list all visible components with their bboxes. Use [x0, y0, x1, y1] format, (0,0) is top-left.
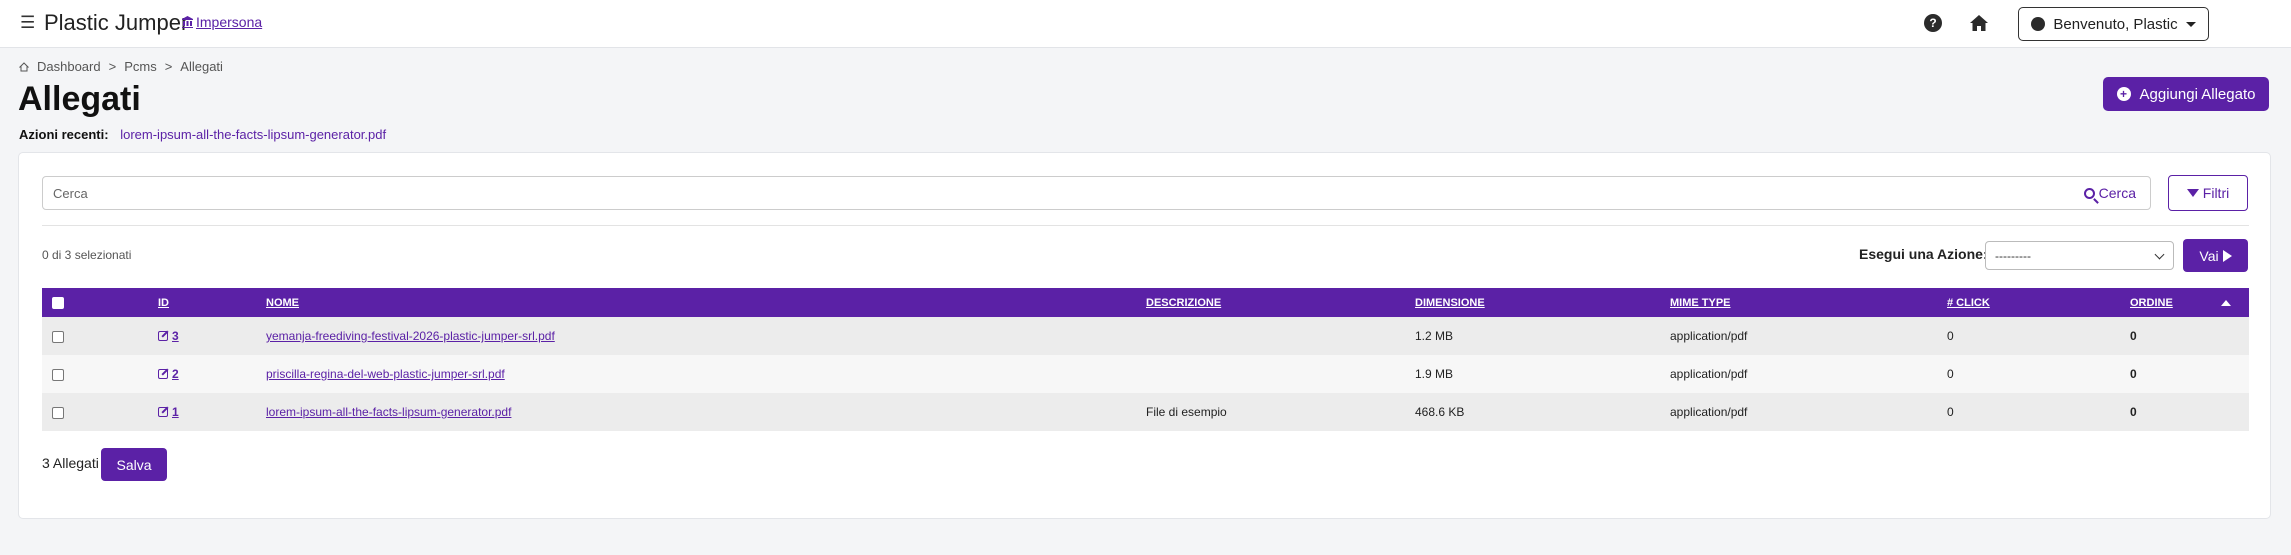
row-description	[1146, 317, 1415, 355]
column-header-descrizione[interactable]: DESCRIZIONE	[1146, 288, 1415, 317]
filter-button[interactable]: Filtri	[2168, 175, 2248, 211]
recent-action-link[interactable]: lorem-ipsum-all-the-facts-lipsum-generat…	[120, 127, 386, 142]
breadcrumb-separator: >	[108, 59, 117, 74]
breadcrumb-separator: >	[164, 59, 173, 74]
row-order: 0	[2130, 329, 2137, 343]
row-id-link[interactable]: 2	[172, 367, 179, 381]
row-mime-type: application/pdf	[1670, 329, 1748, 343]
table-row: 2 priscilla-regina-del-web-plastic-jumpe…	[42, 355, 2249, 393]
user-menu-button[interactable]: Benvenuto, Plastic	[2018, 7, 2209, 41]
recent-actions-label: Azioni recenti	[19, 127, 105, 142]
row-description: File di esempio	[1146, 405, 1227, 419]
selection-count: 0 di 3 selezionati	[42, 248, 132, 262]
row-size: 1.9 MB	[1415, 367, 1454, 381]
app-title[interactable]: Plastic Jumper	[44, 10, 188, 36]
edit-icon[interactable]	[158, 331, 168, 341]
column-header-ordine-label: ORDINE	[2130, 296, 2173, 309]
filter-button-label: Filtri	[2202, 185, 2230, 201]
caret-down-icon	[2185, 21, 2196, 27]
column-header-nome[interactable]: NOME	[266, 288, 1146, 317]
breadcrumb: Dashboard > Pcms > Allegati	[19, 59, 223, 74]
action-label: Esegui una Azione:	[1859, 246, 1988, 262]
edit-icon[interactable]	[158, 407, 168, 417]
row-checkbox[interactable]	[52, 406, 64, 419]
search-button[interactable]: Cerca	[2083, 185, 2150, 201]
add-attachment-label: Aggiungi Allegato	[2139, 85, 2256, 103]
search-button-label: Cerca	[2098, 185, 2136, 201]
breadcrumb-current: Allegati	[180, 59, 223, 74]
results-card: Cerca Filtri 0 di 3 selezionati Esegui u…	[18, 152, 2271, 519]
attachments-table: ID NOME DESCRIZIONE DIMENSIONE MIME TYPE…	[42, 288, 2249, 431]
results-count: 3 Allegati	[42, 455, 99, 471]
column-header-ordine[interactable]: ORDINE	[2130, 288, 2249, 317]
home-icon[interactable]	[1969, 13, 1989, 33]
action-select-value: ---------	[1995, 248, 2031, 263]
row-click-count: 0	[1947, 405, 1954, 419]
save-button[interactable]: Salva	[101, 448, 167, 481]
table-header-row: ID NOME DESCRIZIONE DIMENSIONE MIME TYPE…	[42, 288, 2249, 317]
row-click-count: 0	[1947, 367, 1954, 381]
recent-actions: Azioni recenti: lorem-ipsum-all-the-fact…	[19, 127, 387, 142]
row-checkbox[interactable]	[52, 330, 64, 343]
impersona-label: Impersona	[196, 14, 263, 30]
impersona-link[interactable]: Impersona	[182, 14, 262, 30]
user-circle-icon	[2031, 17, 2046, 31]
table-row: 1 lorem-ipsum-all-the-facts-lipsum-gener…	[42, 393, 2249, 431]
go-button-label: Vai	[2199, 247, 2219, 264]
filter-icon	[2186, 189, 2199, 197]
home-outline-icon	[19, 61, 29, 71]
chevron-down-icon	[2154, 249, 2165, 260]
breadcrumb-pcms[interactable]: Pcms	[124, 59, 157, 74]
play-icon	[2222, 249, 2232, 262]
action-select[interactable]: ---------	[1985, 241, 2174, 270]
row-description	[1146, 355, 1415, 393]
building-icon	[182, 16, 193, 28]
search-input[interactable]	[43, 184, 2084, 202]
sort-up-icon[interactable]	[2220, 299, 2231, 306]
search-box: Cerca	[42, 176, 2151, 210]
go-button[interactable]: Vai	[2183, 239, 2248, 272]
add-attachment-button[interactable]: + Aggiungi Allegato	[2103, 77, 2269, 111]
search-icon	[2083, 187, 2095, 199]
help-icon[interactable]: ?	[1924, 14, 1942, 32]
divider	[42, 225, 2249, 226]
select-all-checkbox[interactable]	[52, 296, 64, 309]
breadcrumb-dashboard[interactable]: Dashboard	[37, 59, 101, 74]
row-id-link[interactable]: 3	[172, 329, 179, 343]
user-menu-label: Benvenuto, Plastic	[2053, 15, 2178, 33]
row-click-count: 0	[1947, 329, 1954, 343]
row-size: 1.2 MB	[1415, 329, 1454, 343]
row-order: 0	[2130, 367, 2137, 381]
column-header-mime-type[interactable]: MIME TYPE	[1670, 288, 1947, 317]
row-size: 468.6 KB	[1415, 405, 1465, 419]
column-header-click[interactable]: # CLICK	[1947, 288, 2130, 317]
row-filename-link[interactable]: lorem-ipsum-all-the-facts-lipsum-generat…	[266, 405, 511, 419]
top-navbar: ☰ Plastic Jumper Impersona ? Benvenuto, …	[0, 0, 2291, 48]
page-title: Allegati	[18, 80, 141, 118]
row-mime-type: application/pdf	[1670, 367, 1748, 381]
row-filename-link[interactable]: yemanja-freediving-festival-2026-plastic…	[266, 329, 555, 343]
column-header-id[interactable]: ID	[158, 288, 266, 317]
row-id-link[interactable]: 1	[172, 405, 179, 419]
row-filename-link[interactable]: priscilla-regina-del-web-plastic-jumper-…	[266, 367, 505, 381]
row-order: 0	[2130, 405, 2137, 419]
edit-icon[interactable]	[158, 369, 168, 379]
row-checkbox[interactable]	[52, 368, 64, 381]
column-header-dimensione[interactable]: DIMENSIONE	[1415, 288, 1670, 317]
plus-circle-icon: +	[2116, 87, 2131, 101]
row-mime-type: application/pdf	[1670, 405, 1748, 419]
table-row: 3 yemanja-freediving-festival-2026-plast…	[42, 317, 2249, 355]
hamburger-icon[interactable]: ☰	[20, 13, 35, 33]
